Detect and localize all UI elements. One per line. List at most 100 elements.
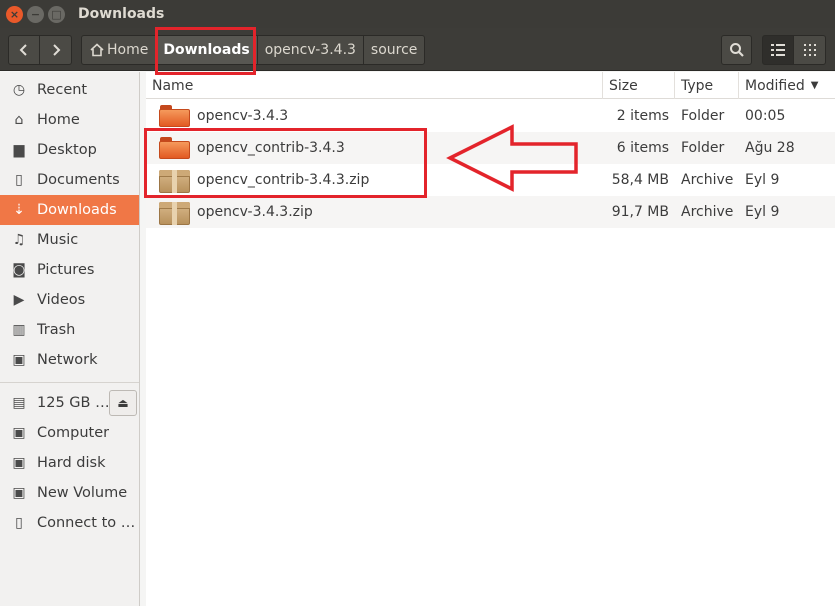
network-icon: ▣ [12, 352, 26, 368]
clock-icon: ◷ [12, 82, 26, 98]
annotation-arrow-icon [446, 124, 578, 192]
sidebar-item-computer[interactable]: ▣ Computer [0, 418, 139, 448]
sidebar-item-network[interactable]: ▣ Network [0, 345, 139, 375]
nav-buttons [8, 35, 72, 65]
sidebar-item-label: Desktop [37, 142, 97, 158]
minimize-icon: − [30, 7, 41, 21]
eject-button[interactable]: ⏏ [109, 390, 137, 416]
column-name[interactable]: Name [146, 72, 603, 99]
breadcrumb-home[interactable]: Home [81, 35, 157, 65]
annotation-highlight-files [144, 128, 427, 198]
drive-icon: ▤ [12, 395, 26, 411]
grid-view-button[interactable] [794, 35, 826, 65]
sidebar-item-label: Connect to S… [37, 515, 139, 531]
file-type: Folder [681, 108, 725, 124]
maximize-icon: □ [51, 7, 62, 21]
column-size-label: Size [609, 77, 638, 94]
download-icon: ⇣ [13, 202, 25, 218]
breadcrumb-home-label: Home [107, 42, 149, 58]
file-type: Archive [681, 204, 734, 220]
sort-down-icon: ▼ [810, 80, 819, 91]
document-icon: ▯ [15, 172, 23, 188]
column-modified-label: Modified [745, 77, 805, 94]
column-type[interactable]: Type [675, 72, 739, 99]
column-modified[interactable]: Modified ▼ [739, 72, 835, 99]
sidebar-item-label: Network [37, 352, 98, 368]
music-icon: ♫ [12, 232, 26, 248]
sidebar-item-trash[interactable]: ▥ Trash [0, 315, 139, 345]
chevron-right-icon [52, 44, 60, 56]
search-icon [729, 43, 744, 57]
folder-icon [159, 105, 190, 127]
column-size[interactable]: Size [603, 72, 675, 99]
sidebar-item-label: 125 GB … [37, 395, 110, 411]
list-view-button[interactable] [762, 35, 794, 65]
sidebar: ◷ Recent ⌂ Home ▆ Desktop ▯ Documents ⇣ Downl… [0, 72, 140, 606]
sidebar-item-label: Trash [37, 322, 76, 338]
toolbar: Home Downloads opencv-3.4.3 source [0, 28, 835, 71]
sidebar-item-connect-to-server[interactable]: ▯ Connect to S… [0, 508, 139, 538]
sidebar-item-label: Computer [37, 425, 110, 441]
camera-icon: ◙ [12, 262, 26, 278]
close-icon: × [9, 7, 20, 21]
sidebar-item-label: Pictures [37, 262, 95, 278]
sidebar-item-new-volume[interactable]: ▣ New Volume [0, 478, 139, 508]
file-modified: Ağu 28 [745, 140, 795, 156]
sidebar-item-downloads[interactable]: ⇣ Downloads [0, 195, 139, 225]
search-button[interactable] [721, 35, 752, 65]
sidebar-item-label: Downloads [37, 202, 117, 218]
column-header: Name Size Type Modified ▼ [146, 72, 835, 99]
home-icon [90, 43, 104, 57]
sidebar-item-videos[interactable]: ▶ Videos [0, 285, 139, 315]
sidebar-item-label: New Volume [37, 485, 128, 501]
sidebar-item-label: Videos [37, 292, 86, 308]
sidebar-item-drive-125gb[interactable]: ▤ 125 GB … ⏏ [0, 388, 139, 418]
sidebar-item-pictures[interactable]: ◙ Pictures [0, 255, 139, 285]
sidebar-item-label: Hard disk [37, 455, 106, 471]
file-name: opencv-3.4.3 [197, 108, 289, 124]
computer-drive-icon: ▣ [12, 425, 26, 441]
sidebar-item-hard-disk[interactable]: ▣ Hard disk [0, 448, 139, 478]
eject-icon: ⏏ [117, 396, 129, 410]
column-name-label: Name [152, 77, 194, 94]
annotation-highlight-breadcrumb [155, 27, 256, 75]
archive-icon [159, 200, 190, 225]
file-size: 6 items [616, 140, 669, 156]
sidebar-item-label: Documents [37, 172, 120, 188]
sidebar-item-home[interactable]: ⌂ Home [0, 105, 139, 135]
file-modified: Eyl 9 [745, 204, 780, 220]
minimize-window-button[interactable]: − [27, 5, 44, 23]
breadcrumb-source[interactable]: source [362, 35, 426, 65]
video-icon: ▶ [13, 292, 25, 308]
chevron-left-icon [19, 44, 27, 56]
file-size: 91,7 MB [611, 204, 669, 220]
sidebar-item-desktop[interactable]: ▆ Desktop [0, 135, 139, 165]
grid-view-icon [803, 44, 816, 56]
back-button[interactable] [8, 35, 40, 65]
window-title: Downloads [78, 6, 165, 22]
file-size: 2 items [616, 108, 669, 124]
sidebar-divider [0, 382, 139, 383]
breadcrumb-opencv-label: opencv-3.4.3 [264, 42, 356, 58]
table-row[interactable]: opencv-3.4.3.zip 91,7 MB Archive Eyl 9 [146, 196, 835, 228]
file-type: Folder [681, 140, 725, 156]
sidebar-item-label: Home [37, 112, 80, 128]
sidebar-item-music[interactable]: ♫ Music [0, 225, 139, 255]
view-switcher [762, 35, 826, 65]
breadcrumb-opencv[interactable]: opencv-3.4.3 [256, 35, 364, 65]
forward-button[interactable] [40, 35, 72, 65]
sidebar-item-label: Recent [37, 82, 88, 98]
maximize-window-button[interactable]: □ [48, 5, 65, 23]
file-size: 58,4 MB [611, 172, 669, 188]
column-type-label: Type [681, 77, 714, 94]
sidebar-item-documents[interactable]: ▯ Documents [0, 165, 139, 195]
file-name: opencv-3.4.3.zip [197, 204, 313, 220]
harddisk-icon: ▣ [12, 455, 26, 471]
sidebar-item-recent[interactable]: ◷ Recent [0, 75, 139, 105]
list-view-icon [771, 44, 785, 56]
close-window-button[interactable]: × [6, 5, 23, 23]
server-icon: ▯ [15, 515, 23, 531]
breadcrumb-source-label: source [370, 42, 418, 58]
volume-icon: ▣ [12, 485, 26, 501]
file-modified: 00:05 [745, 108, 786, 124]
